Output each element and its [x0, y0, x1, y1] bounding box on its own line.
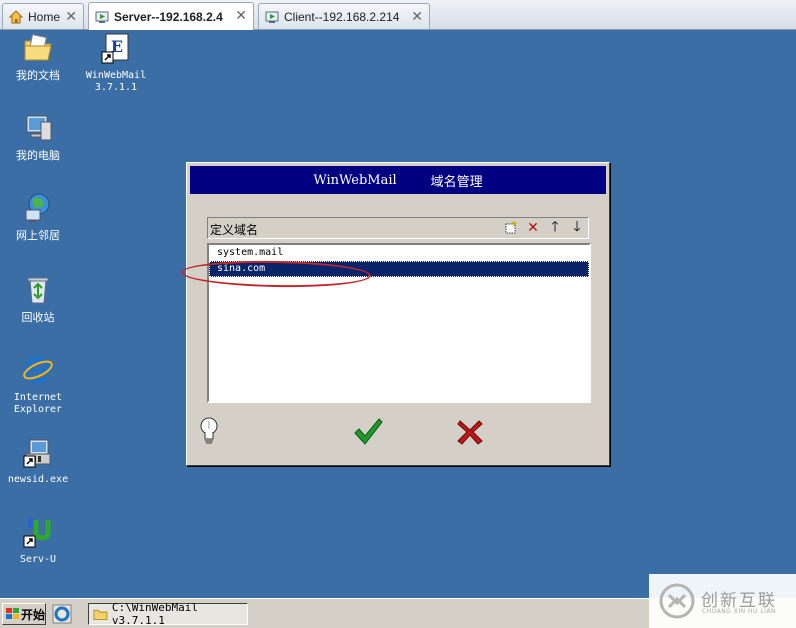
watermark-sub: CHUANG XIN HU LIAN: [702, 608, 777, 615]
start-label: 开始: [21, 607, 46, 622]
taskbar-item-winwebmail[interactable]: C:\WinWebMail v3.7.1.1: [88, 601, 248, 627]
internet-explorer-icon: [23, 356, 53, 384]
desktop-icon-label: newsid.exe: [7, 474, 69, 485]
taskbar-item-label: C:\WinWebMail v3.7.1.1: [111, 601, 198, 627]
desktop-icon-my-computer[interactable]: 我的电脑: [0, 112, 76, 162]
quick-launch-ie[interactable]: [52, 604, 72, 624]
watermark: 创新互联 CHUANG XIN HU LIAN: [649, 574, 796, 628]
close-icon[interactable]: ✕: [411, 8, 423, 25]
home-icon: [9, 9, 23, 23]
domain-management-dialog: WinWebMail 域名管理 定义域名 ✕ 🡑 🡓 system.mail s…: [186, 162, 610, 466]
list-item[interactable]: system.mail: [209, 245, 589, 261]
dialog-title-bar[interactable]: WinWebMail 域名管理: [190, 166, 606, 194]
windows-logo-icon: [6, 608, 19, 619]
lightbulb-icon: [200, 417, 218, 444]
close-icon[interactable]: ✕: [235, 7, 247, 24]
desktop-icon-newsid[interactable]: newsid.exe: [0, 436, 76, 486]
tab-server-label: Server--192.168.2.4: [114, 9, 223, 24]
desktop-icon-label: WinWebMail 3.7.1.1: [85, 70, 147, 93]
dialog-title-section: 域名管理: [430, 174, 483, 190]
vm-icon: [95, 11, 109, 23]
start-button[interactable]: 开始: [2, 603, 46, 625]
delete-domain-button[interactable]: ✕: [524, 220, 542, 236]
tab-server[interactable]: Server--192.168.2.4 ✕: [88, 2, 254, 30]
desktop-icon-winwebmail[interactable]: E WinWebMail 3.7.1.1: [78, 32, 154, 94]
tab-home[interactable]: Home ✕: [2, 3, 84, 29]
new-domain-button[interactable]: [502, 220, 520, 236]
move-up-button[interactable]: 🡑: [546, 219, 564, 236]
desktop-icon-label: 网上邻居: [16, 229, 60, 242]
delete-icon: ✕: [527, 220, 539, 236]
dialog-title-app: WinWebMail: [313, 172, 397, 188]
desktop-icon-label: 回收站: [21, 311, 55, 324]
winwebmail-icon: E: [101, 33, 129, 64]
computer-icon: [26, 115, 52, 141]
tab-client[interactable]: Client--192.168.2.214 ✕: [258, 3, 430, 29]
tab-bar: Home ✕ Server--192.168.2.4 ✕ Client--192…: [0, 0, 796, 30]
recycle-bin-icon: [27, 277, 49, 304]
domain-toolbar: 定义域名 ✕ 🡑 🡓: [207, 217, 589, 239]
desktop-icon-recycle-bin[interactable]: 回收站: [0, 274, 76, 324]
newsid-icon: [23, 439, 51, 468]
cancel-button[interactable]: [457, 419, 483, 445]
toolbar-caption: 定义域名: [210, 223, 259, 237]
hint-button[interactable]: [197, 415, 221, 449]
desktop-icon-label: Serv-U: [19, 554, 57, 565]
serv-u-icon: [23, 518, 51, 548]
tab-home-label: Home: [28, 9, 61, 24]
network-icon: [25, 193, 50, 222]
desktop-icon-network[interactable]: 网上邻居: [0, 192, 76, 242]
new-icon: [505, 221, 517, 234]
desktop-icon-serv-u[interactable]: Serv-U: [0, 516, 76, 566]
desktop-icon-label: Internet Explorer: [13, 392, 63, 415]
move-down-button[interactable]: 🡓: [568, 219, 586, 236]
arrow-down-icon: 🡓: [573, 219, 581, 235]
close-icon[interactable]: ✕: [65, 8, 77, 25]
arrow-up-icon: 🡑: [551, 219, 559, 235]
watermark-logo: [659, 583, 695, 619]
folder-icon: [24, 34, 52, 61]
folder-icon: [93, 609, 108, 621]
desktop-icon-my-documents[interactable]: 我的文档: [0, 32, 76, 82]
cross-icon: [457, 420, 483, 445]
internet-explorer-icon: [52, 604, 72, 624]
tab-client-label: Client--192.168.2.214: [284, 9, 400, 24]
desktop-icon-label: 我的电脑: [16, 149, 60, 162]
desktop-icon-label: 我的文档: [16, 69, 60, 82]
ok-button[interactable]: [353, 417, 383, 447]
desktop-icon-internet-explorer[interactable]: Internet Explorer: [0, 354, 76, 416]
checkmark-icon: [354, 418, 383, 445]
vm-icon: [265, 11, 279, 23]
